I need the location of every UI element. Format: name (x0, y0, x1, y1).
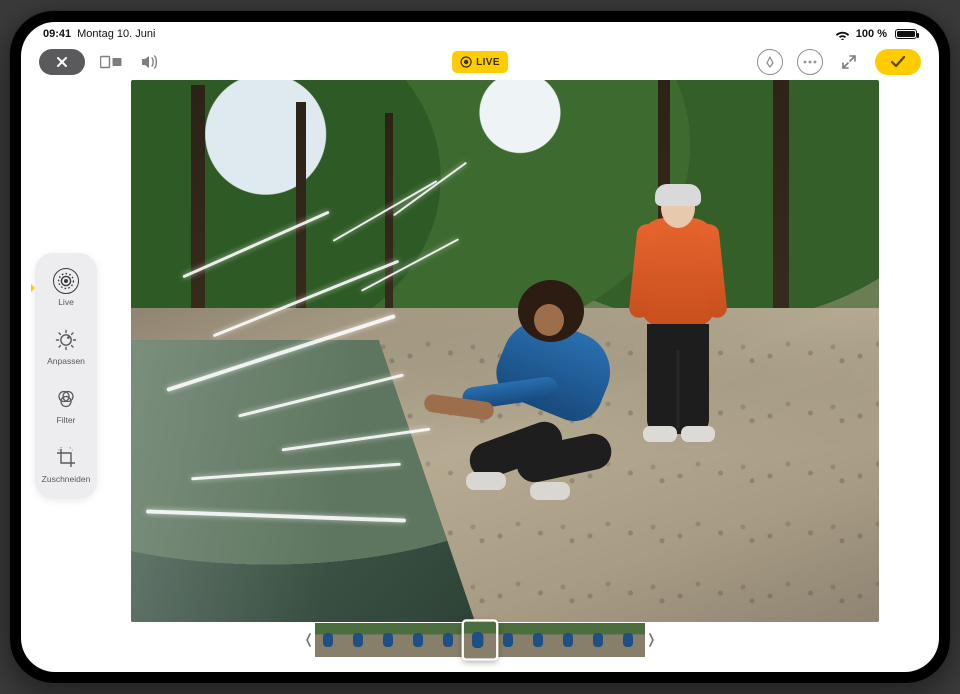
mode-adjust[interactable]: Anpassen (39, 322, 93, 371)
live-dot-icon (460, 56, 472, 68)
filter-icon (53, 386, 79, 412)
more-button[interactable] (797, 49, 823, 75)
live-mode-icon (53, 268, 79, 294)
mode-label: Anpassen (47, 356, 85, 366)
device-frame: 09:41 Montag 10. Juni 100 % (10, 11, 950, 683)
editor-content: Live Anpassen Filter (21, 80, 939, 672)
scrubber-frame[interactable] (585, 623, 615, 657)
done-button[interactable] (875, 49, 921, 75)
status-bar: 09:41 Montag 10. Juni 100 % (21, 22, 939, 44)
photo-person-crouching (460, 286, 630, 526)
editor-toolbar: LIVE (21, 44, 939, 80)
scrubber-frame[interactable] (495, 623, 525, 657)
edit-mode-sidebar: Live Anpassen Filter (35, 253, 97, 499)
scrubber-frame[interactable] (463, 620, 498, 659)
crop-icon (53, 445, 79, 471)
mode-live[interactable]: Live (39, 263, 93, 312)
battery-percentage: 100 % (856, 28, 887, 40)
chevron-right-icon (648, 628, 656, 652)
volume-button[interactable] (137, 50, 161, 74)
markup-pen-icon (764, 56, 776, 68)
wifi-icon (835, 29, 850, 40)
close-icon (56, 56, 68, 68)
scrubber-handle-left[interactable] (301, 620, 315, 660)
scrubber-frame[interactable] (525, 623, 555, 657)
ellipsis-icon (803, 60, 817, 64)
mode-label: Live (58, 297, 74, 307)
scrubber-frame[interactable] (375, 623, 405, 657)
status-date: Montag 10. Juni (77, 28, 155, 40)
aspect-compare-button[interactable] (99, 50, 123, 74)
cancel-button[interactable] (39, 49, 85, 75)
mode-crop[interactable]: Zuschneiden (39, 440, 93, 489)
scrubber-frame[interactable] (345, 623, 375, 657)
battery-icon (893, 29, 917, 39)
live-badge-label: LIVE (476, 57, 500, 68)
markup-button[interactable] (757, 49, 783, 75)
mode-label: Filter (57, 415, 76, 425)
mode-label: Zuschneiden (42, 474, 91, 484)
chevron-left-icon (304, 628, 312, 652)
checkmark-icon (890, 56, 906, 68)
scrubber-frame[interactable] (405, 623, 435, 657)
mode-filter[interactable]: Filter (39, 381, 93, 430)
screen: 09:41 Montag 10. Juni 100 % (21, 22, 939, 672)
status-time: 09:41 (43, 28, 71, 40)
speaker-icon (140, 54, 158, 70)
adjust-icon (53, 327, 79, 353)
scrubber-frame[interactable] (555, 623, 585, 657)
scrubber-frame[interactable] (435, 623, 465, 657)
scrubber-handle-right[interactable] (645, 620, 659, 660)
scrubber-frame[interactable] (615, 623, 645, 657)
expand-icon (841, 54, 857, 70)
aspect-icon (100, 55, 122, 69)
photo-canvas[interactable] (131, 80, 879, 622)
live-badge[interactable]: LIVE (452, 51, 508, 73)
photo-preview (131, 80, 879, 622)
fullscreen-button[interactable] (837, 50, 861, 74)
live-frame-scrubber[interactable] (301, 620, 659, 660)
photo-person-standing (625, 188, 735, 448)
scrubber-frame[interactable] (315, 623, 345, 657)
